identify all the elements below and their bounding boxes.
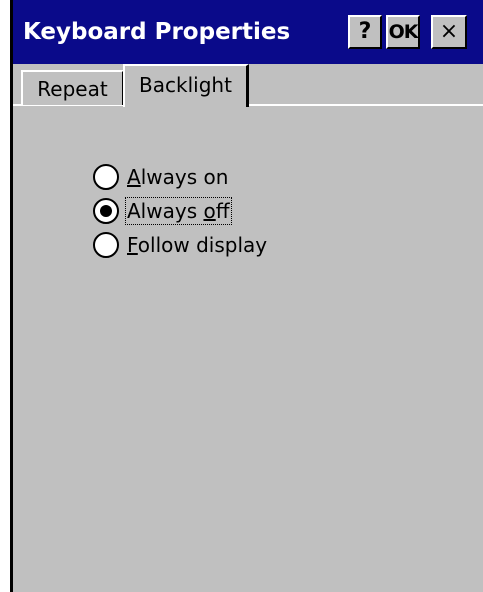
- backlight-options: Always on Always off Follow display: [93, 160, 269, 262]
- tab-backlight[interactable]: Backlight: [123, 64, 249, 107]
- tab-repeat[interactable]: Repeat: [21, 70, 124, 105]
- radio-always-on[interactable]: [93, 164, 119, 190]
- close-button[interactable]: ×: [431, 15, 467, 49]
- option-follow-display[interactable]: Follow display: [93, 228, 269, 262]
- follow-display-label-rest: ollow display: [137, 233, 268, 257]
- radio-always-off[interactable]: [93, 198, 119, 224]
- ok-button[interactable]: OK: [386, 15, 420, 49]
- always-off-mnemonic: o: [203, 199, 216, 223]
- always-on-label[interactable]: Always on: [125, 163, 230, 191]
- follow-display-mnemonic: F: [127, 233, 138, 257]
- help-button[interactable]: ?: [348, 15, 382, 49]
- always-off-label-pre: Always: [127, 199, 204, 223]
- always-off-label[interactable]: Always off: [125, 197, 232, 225]
- title-bar: Keyboard Properties ? OK ×: [13, 0, 483, 64]
- keyboard-properties-window: Keyboard Properties ? OK × Repeat Backli…: [10, 0, 483, 592]
- option-always-on[interactable]: Always on: [93, 160, 269, 194]
- follow-display-label[interactable]: Follow display: [125, 231, 269, 259]
- radio-follow-display[interactable]: [93, 232, 119, 258]
- always-off-label-post: ff: [215, 199, 230, 223]
- window-title: Keyboard Properties: [23, 19, 291, 45]
- option-always-off[interactable]: Always off: [93, 194, 269, 228]
- always-on-label-rest: lways on: [140, 165, 229, 189]
- always-on-mnemonic: A: [127, 165, 141, 189]
